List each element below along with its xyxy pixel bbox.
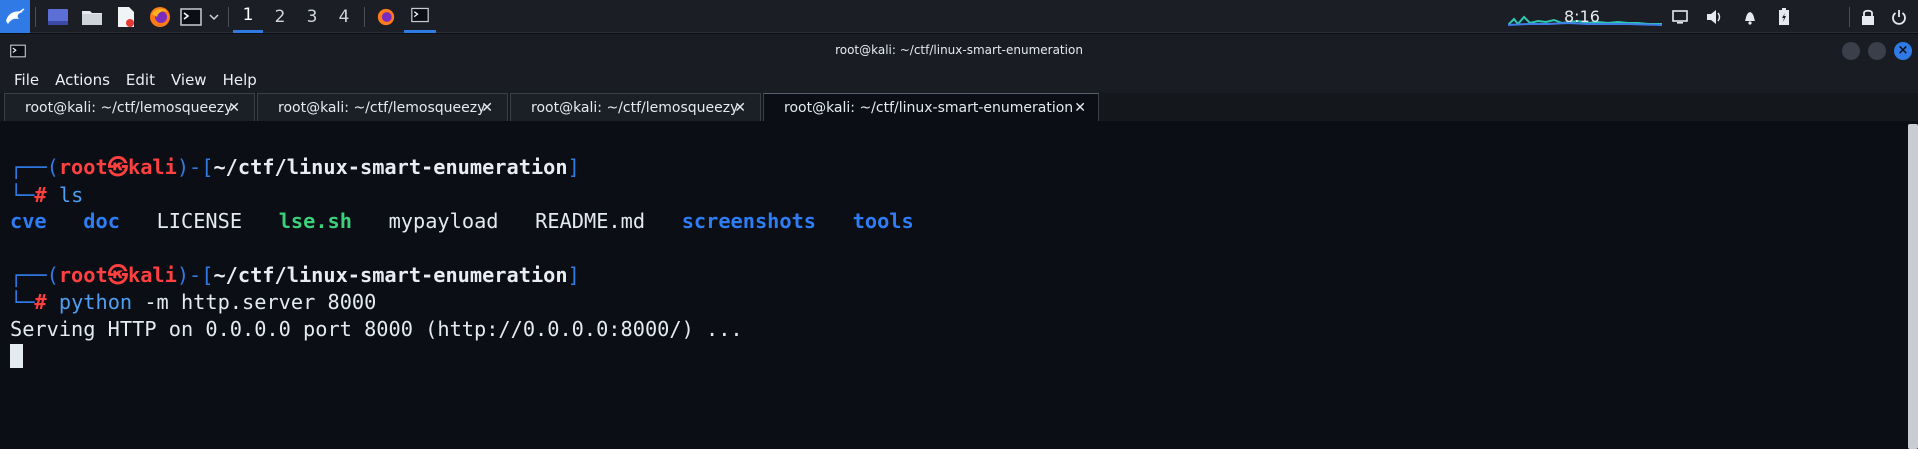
prompt-host: kali: [127, 155, 177, 179]
maximize-button[interactable]: [1868, 42, 1886, 60]
kali-menu-icon[interactable]: [0, 0, 30, 33]
file-manager-icon[interactable]: [78, 0, 106, 33]
workspace-2[interactable]: 2: [265, 0, 295, 33]
menu-view[interactable]: View: [171, 71, 207, 89]
panel-separator: [1849, 7, 1850, 27]
terminal-cursor: [10, 344, 23, 368]
prompt-path: ~/ctf/linux-smart-enumeration: [213, 155, 568, 179]
tab-close-icon[interactable]: ✕: [228, 100, 240, 116]
skull-icon: ㉿: [107, 263, 128, 287]
prompt-path: ~/ctf/linux-smart-enumeration: [213, 263, 568, 287]
ls-entry-doc: doc: [83, 209, 120, 233]
minimize-button[interactable]: [1842, 42, 1860, 60]
workspace-3[interactable]: 3: [297, 0, 327, 33]
command-args: -m http.server 8000: [132, 290, 377, 314]
tab-label: root@kali: ~/ctf/lemosqueezy: [531, 99, 739, 116]
menu-actions[interactable]: Actions: [55, 71, 110, 89]
close-window-button[interactable]: ×: [1894, 42, 1912, 60]
prompt-host: kali: [127, 263, 177, 287]
menu-edit[interactable]: Edit: [126, 71, 155, 89]
tab-label: root@kali: ~/ctf/lemosqueezy: [278, 99, 486, 116]
tab-lemosqueezy-3[interactable]: root@kali: ~/ctf/lemosqueezy ✕: [510, 93, 761, 121]
ls-entry-screenshots: screenshots: [681, 209, 817, 233]
menu-file[interactable]: File: [14, 71, 39, 89]
chevron-down-icon[interactable]: [206, 0, 222, 33]
prompt-hash: #: [34, 290, 47, 314]
lock-icon[interactable]: [1858, 0, 1878, 33]
panel-separator: [35, 7, 36, 27]
server-output: Serving HTTP on 0.0.0.0 port 8000 (http:…: [10, 317, 743, 341]
tab-linux-smart-enumeration[interactable]: root@kali: ~/ctf/linux-smart-enumeration…: [763, 93, 1099, 121]
ls-entry-cve: cve: [10, 209, 47, 233]
battery-icon[interactable]: [1774, 0, 1794, 33]
ls-output: cve doc LICENSE lse.sh mypayload README.…: [10, 207, 914, 235]
ls-entry-readme: README.md: [535, 209, 646, 233]
tab-bar: root@kali: ~/ctf/lemosqueezy ✕ root@kali…: [0, 93, 1918, 121]
prompt-hash: #: [34, 183, 47, 207]
command-line-2: └─# python -m http.server 8000: [10, 290, 377, 314]
tab-lemosqueezy-2[interactable]: root@kali: ~/ctf/lemosqueezy ✕: [257, 93, 508, 121]
panel-separator: [364, 7, 365, 27]
command-name: python: [58, 290, 133, 314]
tab-lemosqueezy-1[interactable]: root@kali: ~/ctf/lemosqueezy ✕: [4, 93, 255, 121]
tab-label: root@kali: ~/ctf/lemosqueezy: [25, 99, 233, 116]
prompt-line-2: ┌──(root㉿kali)-[~/ctf/linux-smart-enumer…: [10, 263, 580, 287]
skull-icon: ㉿: [107, 155, 128, 179]
command-line-1: └─# ls: [10, 183, 84, 207]
notification-bell-icon[interactable]: [1740, 0, 1760, 33]
command-name: ls: [58, 183, 84, 207]
workspace-1[interactable]: 1: [233, 0, 263, 33]
prompt-user: root: [58, 263, 108, 287]
power-icon[interactable]: [1888, 0, 1910, 33]
prompt-user: root: [58, 155, 108, 179]
top-panel: 1 2 3 4 8:16: [0, 0, 1918, 33]
display-icon[interactable]: [1670, 0, 1690, 33]
panel-separator: [228, 7, 229, 27]
tab-close-icon[interactable]: ✕: [734, 100, 746, 116]
menubar: File Actions Edit View Help: [0, 67, 1918, 93]
text-editor-icon[interactable]: [112, 0, 140, 33]
window-title: root@kali: ~/ctf/linux-smart-enumeration: [835, 43, 1083, 57]
tab-label: root@kali: ~/ctf/linux-smart-enumeration: [784, 99, 1074, 116]
volume-icon[interactable]: [1704, 0, 1726, 33]
window-titlebar[interactable]: root@kali: ~/ctf/linux-smart-enumeration…: [0, 34, 1918, 67]
prompt-line-1: ┌──(root㉿kali)-[~/ctf/linux-smart-enumer…: [10, 155, 580, 179]
terminal-scrollbar[interactable]: [1908, 124, 1918, 449]
terminal-icon[interactable]: [178, 0, 204, 33]
menu-help[interactable]: Help: [223, 71, 257, 89]
desktop-icon[interactable]: [44, 0, 72, 33]
ls-entry-license: LICENSE: [156, 209, 243, 233]
terminal-task-icon[interactable]: [404, 0, 436, 33]
tab-close-icon[interactable]: ✕: [481, 100, 493, 116]
firefox-icon[interactable]: [146, 0, 174, 33]
ls-entry-mypayload: mypayload: [388, 209, 499, 233]
tab-close-icon[interactable]: ✕: [1074, 100, 1086, 116]
clock[interactable]: 8:16: [1564, 0, 1600, 33]
ls-entry-lse: lse.sh: [278, 209, 352, 233]
workspace-4[interactable]: 4: [329, 0, 359, 33]
firefox-task-icon[interactable]: [372, 0, 400, 33]
ls-entry-tools: tools: [852, 209, 914, 233]
